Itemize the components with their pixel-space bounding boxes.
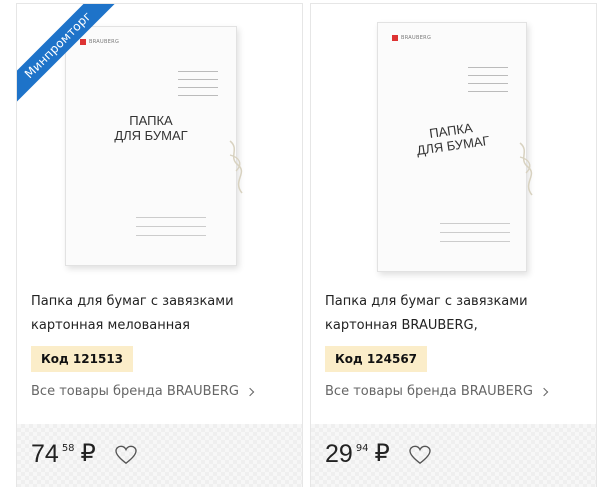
folder-brand-mark: BRAUBERG [80, 39, 119, 45]
folder-title: ПАПКА ДЛЯ БУМАГ [114, 113, 188, 143]
chevron-right-icon [245, 387, 255, 397]
folder-illustration: BRAUBERG ПАПКА ДЛЯ БУМАГ [377, 22, 533, 272]
tie-string-icon [229, 140, 243, 194]
heart-icon[interactable] [115, 445, 137, 465]
product-name[interactable]: Папка для бумаг с завязками картонная ме… [31, 290, 281, 338]
tie-string-icon [519, 142, 533, 196]
product-code-badge: Код 121513 [31, 346, 134, 372]
folder-title: ПАПКА ДЛЯ БУМАГ [415, 120, 491, 158]
product-card[interactable]: BRAUBERG ПАПКА ДЛЯ БУМАГ Папка для бумаг… [310, 3, 597, 487]
price: 74 58 ₽ [31, 440, 96, 468]
product-image[interactable]: BRAUBERG ПАПКА ДЛЯ БУМАГ Минпромторг [17, 4, 302, 274]
product-name[interactable]: Папка для бумаг с завязками картонная BR… [325, 290, 575, 338]
brand-link[interactable]: Все товары бренда BRAUBERG [31, 380, 255, 404]
price-panel: 74 58 ₽ [17, 424, 302, 487]
price-panel: 29 94 ₽ [311, 424, 596, 487]
product-card[interactable]: BRAUBERG ПАПКА ДЛЯ БУМАГ Минпромторг Пап… [16, 3, 303, 487]
folder-illustration: BRAUBERG ПАПКА ДЛЯ БУМАГ [65, 26, 243, 266]
folder-brand-mark: BRAUBERG [392, 35, 431, 41]
chevron-right-icon [539, 387, 549, 397]
heart-icon[interactable] [409, 445, 431, 465]
price: 29 94 ₽ [325, 440, 390, 468]
product-image[interactable]: BRAUBERG ПАПКА ДЛЯ БУМАГ [311, 4, 596, 274]
brand-link[interactable]: Все товары бренда BRAUBERG [325, 380, 549, 404]
product-code-badge: Код 124567 [325, 346, 428, 372]
